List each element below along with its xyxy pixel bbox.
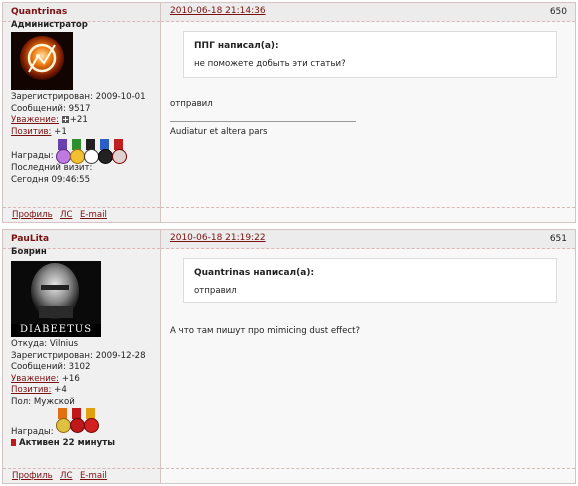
registered-date: Зарегистрирован: 2009-10-01 bbox=[11, 92, 146, 102]
post-body: 2010-06-18 21:19:22 651 Quantrinas напис… bbox=[161, 230, 575, 483]
quote-box: Quantrinas написал(а): отправил bbox=[183, 258, 557, 303]
pm-link[interactable]: ЛС bbox=[60, 210, 72, 220]
active-status: Активен 22 минуты bbox=[11, 438, 146, 450]
author-username[interactable]: Quantrinas bbox=[11, 7, 67, 17]
online-indicator-icon bbox=[11, 439, 16, 447]
email-link[interactable]: E-mail bbox=[80, 471, 107, 481]
avatar bbox=[11, 32, 73, 90]
positive-row: Позитив: +1 bbox=[11, 127, 146, 139]
post-date-link[interactable]: 2010-06-18 21:14:36 bbox=[170, 6, 266, 16]
gender: Пол: Мужской bbox=[11, 396, 75, 407]
signature-divider bbox=[170, 121, 356, 122]
respect-row: Уважение: +21 bbox=[11, 115, 146, 127]
registered-date: Зарегистрирован: 2009-12-28 bbox=[11, 350, 146, 361]
medal-icon bbox=[56, 139, 71, 167]
respect-row: Уважение: +16 bbox=[11, 374, 146, 386]
forum-topic: Quantrinas Администратор Зарегистрирован… bbox=[0, 0, 578, 486]
positive-row: Позитив: +4 bbox=[11, 385, 146, 397]
author-rank: Администратор bbox=[11, 20, 88, 30]
signature-text: Audiatur et altera pars bbox=[170, 127, 268, 137]
profile-link[interactable]: Профиль bbox=[12, 471, 53, 481]
respect-link[interactable]: Уважение: bbox=[11, 115, 59, 125]
author-actions: Профиль ЛС E-mail bbox=[3, 207, 160, 222]
post-body: 2010-06-18 21:14:36 650 ППГ написал(а): … bbox=[161, 3, 575, 222]
message-count: Сообщений: 9517 bbox=[11, 103, 91, 114]
quote-author: Quantrinas написал(а): bbox=[194, 268, 315, 278]
post-footer bbox=[161, 468, 575, 483]
post-number[interactable]: 650 bbox=[550, 7, 567, 17]
plus-icon[interactable] bbox=[61, 116, 69, 124]
profile-link[interactable]: Профиль bbox=[12, 210, 53, 220]
post-header: 2010-06-18 21:14:36 650 bbox=[161, 3, 575, 22]
respect-value: +16 bbox=[61, 373, 80, 384]
quote-author: ППГ написал(а): bbox=[194, 41, 279, 51]
post-651: PauLita Боярин DIABEETUS Откуда: Vilnius… bbox=[2, 229, 576, 484]
author-username[interactable]: PauLita bbox=[11, 234, 49, 244]
medal-icon bbox=[112, 139, 127, 167]
awards-medals bbox=[56, 408, 99, 436]
post-date-link[interactable]: 2010-06-18 21:19:22 bbox=[170, 233, 266, 243]
medal-icon bbox=[70, 139, 85, 167]
pm-link[interactable]: ЛС bbox=[60, 471, 72, 481]
avatar-caption: DIABEETUS bbox=[19, 324, 93, 335]
active-text: Активен 22 минуты bbox=[19, 438, 115, 449]
quote-text: не поможете добыть эти статьи? bbox=[194, 59, 346, 69]
positive-value: +1 bbox=[54, 126, 67, 137]
medal-icon bbox=[84, 139, 99, 167]
location: Откуда: Vilnius bbox=[11, 339, 79, 349]
quote-box: ППГ написал(а): не поможете добыть эти с… bbox=[183, 31, 557, 78]
post-header: 2010-06-18 21:19:22 651 bbox=[161, 230, 575, 249]
positive-link[interactable]: Позитив: bbox=[11, 385, 51, 395]
author-panel: PauLita Боярин DIABEETUS Откуда: Vilnius… bbox=[3, 230, 161, 483]
positive-link[interactable]: Позитив: bbox=[11, 127, 51, 137]
post-650: Quantrinas Администратор Зарегистрирован… bbox=[2, 2, 576, 223]
avatar: DIABEETUS bbox=[11, 261, 101, 337]
author-rank: Боярин bbox=[11, 247, 47, 257]
quote-text: отправил bbox=[194, 286, 237, 296]
author-actions: Профиль ЛС E-mail bbox=[3, 468, 160, 483]
medal-icon bbox=[70, 408, 85, 436]
respect-link[interactable]: Уважение: bbox=[11, 374, 59, 384]
medal-icon bbox=[98, 139, 113, 167]
respect-value: +21 bbox=[69, 115, 88, 126]
awards-medals bbox=[56, 139, 127, 167]
post-number[interactable]: 651 bbox=[550, 234, 567, 244]
post-footer bbox=[161, 207, 575, 222]
post-message: А что там пишут про mimicing dust effect… bbox=[170, 326, 361, 336]
medal-icon bbox=[84, 408, 99, 436]
author-panel: Quantrinas Администратор Зарегистрирован… bbox=[3, 3, 161, 222]
post-message: отправил bbox=[170, 99, 213, 109]
medal-icon bbox=[56, 408, 71, 436]
message-count: Сообщений: 3102 bbox=[11, 362, 91, 373]
email-link[interactable]: E-mail bbox=[80, 210, 107, 220]
last-visit-value: Сегодня 09:46:55 bbox=[11, 174, 91, 185]
positive-value: +4 bbox=[54, 385, 67, 396]
